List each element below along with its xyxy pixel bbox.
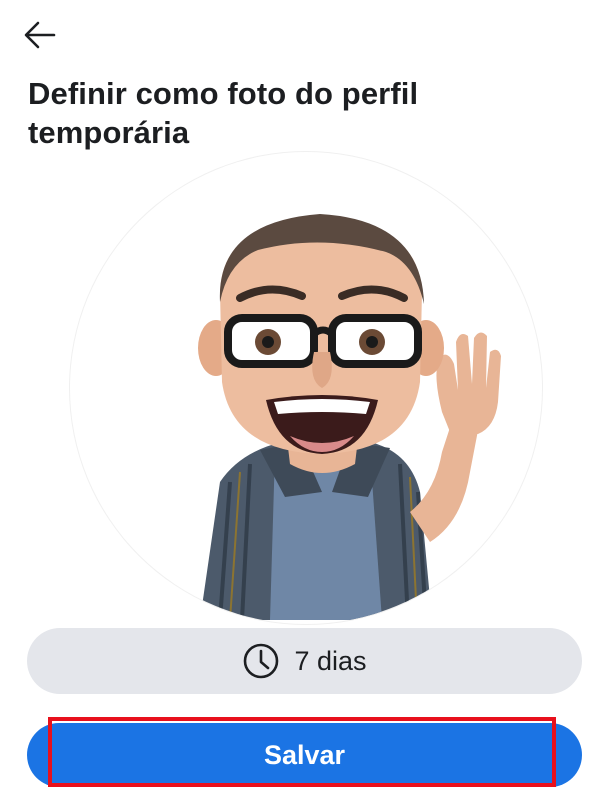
back-button[interactable]: [22, 16, 66, 54]
back-arrow-icon: [24, 21, 56, 49]
duration-selector[interactable]: 7 dias: [27, 628, 582, 694]
clock-icon: [242, 642, 280, 680]
duration-label: 7 dias: [294, 645, 367, 676]
save-button[interactable]: Salvar: [27, 723, 582, 787]
save-button-label: Salvar: [263, 739, 346, 770]
avatar-image: [198, 214, 501, 621]
avatar-preview: [70, 152, 542, 624]
page-title: Definir como foto do perfil temporária: [28, 76, 419, 150]
